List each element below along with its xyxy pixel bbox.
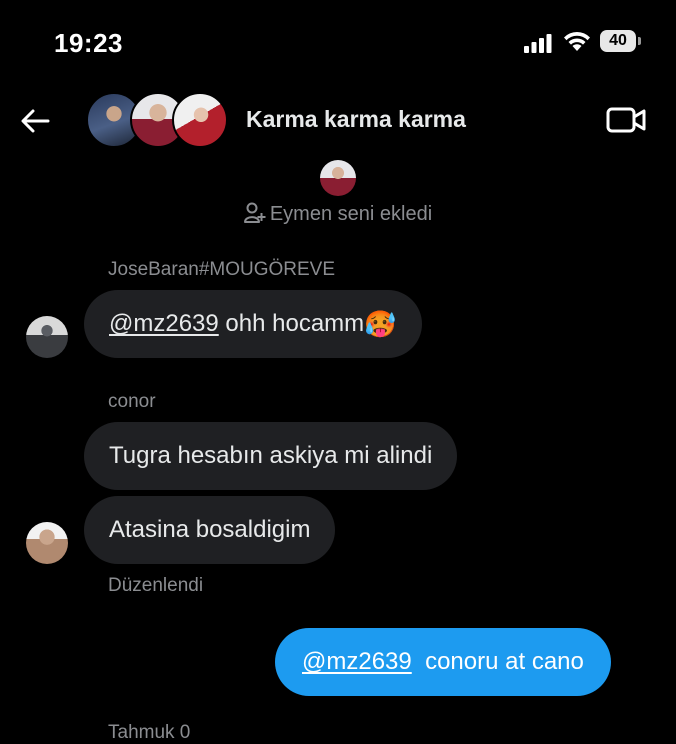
edited-label: Düzenlendi	[108, 575, 204, 596]
user-mention-link[interactable]: @mz2639	[302, 648, 412, 676]
sender-avatar[interactable]	[26, 316, 68, 358]
group-avatar-stack[interactable]	[86, 92, 228, 148]
message-bubble[interactable]: Atasina bosaldigim	[84, 496, 336, 564]
message-bubble[interactable]: Tugra hesabın askiya mi alindi	[84, 422, 458, 490]
system-note-text: Eymen seni ekledi	[269, 203, 433, 225]
hot-face-emoji-icon: 🥵	[364, 308, 397, 339]
video-call-icon[interactable]	[606, 106, 646, 134]
battery-indicator: 40	[600, 30, 636, 52]
message-text: ohh hocamm	[218, 310, 365, 337]
outgoing-message-bubble[interactable]: @mz2639 conoru at cano	[275, 628, 611, 696]
back-arrow-icon[interactable]	[20, 108, 50, 134]
battery-tip	[638, 37, 641, 45]
user-mention-link[interactable]: @mz2639	[109, 310, 219, 338]
message-text: conoru at cano	[411, 648, 584, 675]
wifi-icon	[564, 31, 590, 51]
message-text: Atasina bosaldigim	[109, 516, 311, 543]
group-avatar-3	[172, 92, 228, 148]
sender-name: JoseBaran#MOUGÖREVE	[108, 259, 336, 280]
sender-avatar[interactable]	[26, 522, 68, 564]
message-bubble[interactable]: @mz2639 ohh hocamm 🥵	[84, 290, 422, 358]
sender-name: Tahmuk 0	[108, 722, 191, 743]
system-note: Eymen seni ekledi	[0, 202, 676, 226]
battery-level: 40	[609, 32, 627, 49]
conversation-title[interactable]: Karma karma karma	[246, 106, 466, 133]
cellular-signal-icon	[524, 34, 552, 53]
message-text: Tugra hesabın askiya mi alindi	[109, 442, 433, 469]
add-user-icon	[243, 202, 266, 223]
sender-name: conor	[108, 391, 156, 412]
added-by-avatar[interactable]	[320, 160, 356, 196]
status-time: 19:23	[54, 28, 123, 58]
